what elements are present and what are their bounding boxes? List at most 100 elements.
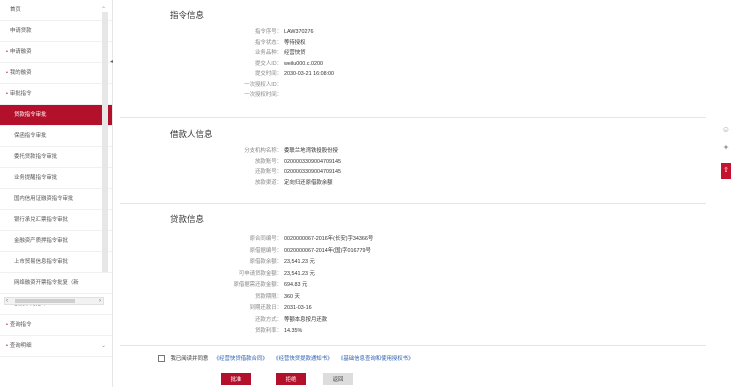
field-value: 360 天 [284,293,300,300]
bullet-icon: • [6,91,8,97]
sidebar-item[interactable]: • 查询明细 ⌄ [0,336,112,357]
field-label: 还款方式： [255,316,282,323]
instruction-field-row: 指令序号： LAW370276 [202,27,313,35]
field-value: 定向归还原借款余额 [284,179,333,186]
loan-field-row: 贷款利率： 14.35% [202,326,302,334]
field-label: 原借据需还款金额： [233,282,282,288]
sidebar-item[interactable]: 首页 ⌃ [0,0,112,21]
sidebar-item[interactable]: 国内信用证融资指令审批 [0,189,112,210]
field-label: 原借款余额： [249,259,282,265]
sidebar-item-label: 查询指令 [9,322,32,328]
field-value: LAW370276 [284,29,314,35]
field-label: 提交人ID： [255,60,282,67]
agree-checkbox[interactable] [158,355,165,363]
sidebar-item[interactable]: 金融资产质押指令审批 [0,231,112,252]
borrower-field-row: 放款渠道： 定向归还原借款余额 [202,178,333,186]
agree-text: 我已阅读并同意 [170,356,209,362]
field-value: weilu000.c.0200 [284,60,323,67]
field-label: 到期还款日： [249,305,282,311]
sidebar-item-label: 贷款指令审批 [14,112,47,118]
sidebar-item[interactable]: 上市贸易信息指令审批 [0,252,112,273]
scroll-thumb[interactable] [15,299,75,303]
sidebar-item[interactable]: • 我的融资 [0,63,112,84]
instruction-section-title: 指令信息 [170,10,205,20]
sidebar-item[interactable]: 贷款指令审批 [0,105,112,126]
back-to-top-icon[interactable]: ⇧ [721,163,731,179]
field-label: 提交时间： [255,71,282,77]
loan-field-row: 原借款余额： 23,541.23 元 [202,257,315,265]
sidebar-item-label: 国内信用证融资指令审批 [14,196,74,202]
sidebar-item-label: 业务提醒指令审批 [14,175,58,181]
field-value: 2031-03-16 [284,305,312,311]
loan-field-row: 原借据编号： 0020000067-2014年(国)字016779号 [202,246,371,254]
sidebar-item-label: 保函指令审批 [14,133,47,139]
instruction-field-row: 提交人ID： weilu000.c.0200 [202,59,323,67]
field-label: 一次授权时间： [244,92,282,98]
sidebar-item-label: 网络融资开票指令批复（新 [14,280,79,286]
field-value: 委联兰地湾铁投股份授 [284,148,338,154]
sidebar-item-label: 申请贷款 [10,28,32,34]
field-value: 0200003309004709145 [284,169,341,175]
sidebar-item-label: 银行承兑汇票指令审批 [14,217,68,223]
borrower-field-row: 放款账号： 0200003309004709145 [202,157,341,165]
sidebar-scrollbar[interactable] [102,12,108,272]
field-value: 2030-03-21 16:08:00 [284,71,335,77]
scroll-right-icon[interactable]: › [99,298,101,304]
loan-field-row: 还款方式： 等额本息按月还款 [202,315,327,323]
sidebar-item-label: 委托贷款指令审批 [14,154,58,160]
loan-field-row: 贷款期限： 360 天 [202,292,300,300]
field-label: 放款账号： [255,158,282,165]
share-icon[interactable]: ✦ [721,143,731,152]
collapse-sidebar-icon[interactable]: ◂ [110,58,113,65]
back-button[interactable]: 返回 [323,373,353,385]
sidebar-item-label: 审批指令 [9,91,32,97]
field-value: 经营快贷 [284,50,306,56]
borrower-field-row: 还款账号： 0200003309004709145 [202,167,341,175]
sidebar-item[interactable]: 申请贷款 [0,21,112,42]
field-label: 贷款利率： [255,328,282,334]
robot-icon[interactable]: ☺ [721,125,731,134]
sidebar-nav: 首页 ⌃ 申请贷款 • 申请融资 • 我的融资 • 审批指令 贷款指令审批 保函指令审批 委托贷款指令… [0,0,113,387]
instruction-field-row: 指令状态： 等待授权 [202,38,306,46]
field-value: 0020000067-2016年(长安)字34366号 [284,236,374,242]
bullet-icon: • [6,49,8,55]
sidebar-item[interactable]: • 审批指令 [0,84,112,105]
sidebar-item-label: 上市贸易信息指令审批 [14,259,68,265]
sidebar-item-label: 查询明细 [9,343,32,349]
sidebar-item[interactable]: 委托贷款指令审批 [0,147,112,168]
loan-field-row: 原合同编号： 0020000067-2016年(长安)字34366号 [202,234,374,242]
field-value: 0020000067-2014年(国)字016779号 [284,247,371,254]
field-value: 0200003309004709145 [284,158,341,165]
bullet-icon: • [6,70,8,76]
field-label: 原借据编号： [249,247,282,254]
borrower-section-title: 借款人信息 [170,129,213,139]
field-value: 14.35% [284,328,303,334]
field-label: 指令状态： [255,39,282,46]
authorization-link[interactable]: 《基础信息查询和使用授权书》 [338,356,413,362]
field-label: 业务品种： [255,50,282,56]
contract-link[interactable]: 《经营快贷借款合同》 [214,356,268,362]
bullet-icon: • [6,343,8,349]
withdrawal-notice-link[interactable]: 《经营快贷提款通知书》 [273,356,332,362]
sidebar-item[interactable]: • 查询指令 [0,315,112,336]
sidebar-item[interactable]: 保函指令审批 [0,126,112,147]
field-value: 694.83 元 [284,282,308,288]
field-label: 指令序号： [255,29,282,35]
section-divider [120,345,706,346]
sidebar-item[interactable]: 银行承兑汇票指令审批 [0,210,112,231]
instruction-field-row: 一次授权人ID： [202,80,284,88]
loan-field-row: 原借据需还款金额： 694.83 元 [202,280,307,288]
reject-button[interactable]: 拒绝 [276,373,306,385]
sidebar-item[interactable]: 业务提醒指令审批 [0,168,112,189]
field-label: 可申请贷款金额： [238,270,282,277]
sidebar-item[interactable]: • 申请融资 [0,42,112,63]
field-label: 分支机构名称： [244,148,282,154]
field-value: 23,541.23 元 [284,259,315,265]
sidebar-horizontal-scrollbar[interactable]: ‹ › [4,297,104,305]
sidebar-item-label: 申请融资 [9,49,32,55]
approve-button[interactable]: 批准 [221,373,251,385]
scroll-left-icon[interactable]: ‹ [6,298,8,304]
chevron-down-icon[interactable]: ⌄ [101,336,106,356]
section-divider [120,203,706,204]
sidebar-item[interactable]: 网络融资开票指令批复（新 [0,273,112,294]
